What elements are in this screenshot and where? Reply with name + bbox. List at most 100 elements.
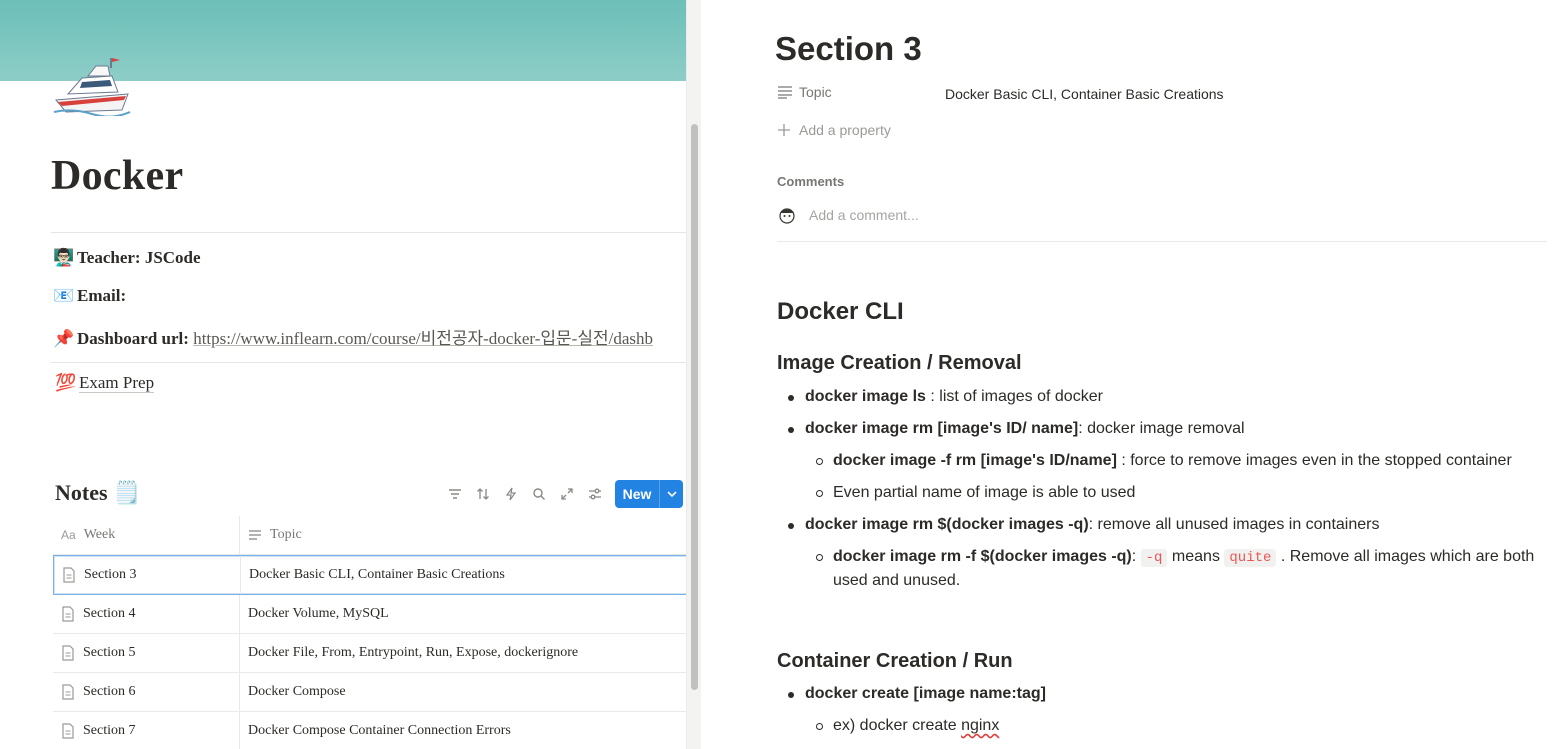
settings-sliders-icon[interactable] <box>585 484 605 504</box>
list-item[interactable]: docker image rm [image's ID/ name]: dock… <box>805 420 1245 438</box>
topic-cell[interactable]: Docker Basic CLI, Container Basic Creati… <box>241 556 686 594</box>
topic-value: Docker Compose Container Connection Erro… <box>248 723 511 738</box>
add-property-button[interactable]: Add a property <box>777 122 891 138</box>
column-header-label: Topic <box>270 527 302 542</box>
property-label-text: Topic <box>799 84 832 100</box>
topic-cell[interactable]: Docker Compose <box>240 673 686 711</box>
week-cell[interactable]: Section 5 <box>53 634 240 672</box>
new-button-label: New <box>622 486 652 502</box>
description-text: means <box>1167 548 1225 565</box>
description-text: ex) docker create <box>833 717 962 734</box>
automation-bolt-icon[interactable] <box>501 484 521 504</box>
comment-input[interactable]: Add a comment... <box>777 205 919 225</box>
avatar <box>779 208 795 224</box>
hundred-emoji-icon: 💯 <box>55 373 77 392</box>
bullet-dot <box>788 395 794 401</box>
page-title[interactable]: Docker <box>51 152 183 200</box>
teacher-line[interactable]: 👨🏻‍🏫 Teacher: JSCode <box>53 248 201 268</box>
heading-container-creation[interactable]: Container Creation / Run <box>777 650 1013 673</box>
notes-table: Aa Week Topic Section 3 Docker Basic CLI… <box>53 516 686 749</box>
bullet-dot <box>788 427 794 433</box>
inline-code: -q <box>1140 549 1168 567</box>
list-item[interactable]: docker image rm -f $(docker images -q): … <box>833 548 1535 567</box>
list-item[interactable]: docker image -f rm [image's ID/name] : f… <box>833 452 1512 470</box>
comments-heading: Comments <box>777 174 845 189</box>
week-value: Section 6 <box>83 684 136 699</box>
dashboard-label: Dashboard url: <box>77 329 189 348</box>
description-text: Even partial name of image is able to us… <box>833 484 1136 501</box>
table-row[interactable]: Section 5 Docker File, From, Entrypoint,… <box>53 634 686 673</box>
teacher-value: JSCode <box>144 248 201 267</box>
search-icon[interactable] <box>529 484 549 504</box>
list-item-continuation: used and unused. <box>833 572 961 589</box>
database-toolbar <box>445 484 605 504</box>
expand-icon[interactable] <box>557 484 577 504</box>
bullet-dot <box>788 523 794 529</box>
topic-value: Docker Compose <box>248 684 346 699</box>
property-topic-value[interactable]: Docker Basic CLI, Container Basic Creati… <box>945 86 1224 102</box>
list-item[interactable]: docker create [image name:tag] <box>805 685 1046 703</box>
heading-docker-cli[interactable]: Docker CLI <box>777 298 904 326</box>
heading-image-creation[interactable]: Image Creation / Removal <box>777 352 1022 375</box>
table-row[interactable]: Section 3 Docker Basic CLI, Container Ba… <box>53 555 686 595</box>
chevron-down-icon[interactable] <box>660 489 683 500</box>
column-header-topic[interactable]: Topic <box>240 516 686 554</box>
bullet-circle <box>816 458 823 465</box>
property-topic-label[interactable]: Topic <box>777 84 832 100</box>
title-property-icon: Aa <box>61 528 76 542</box>
list-item[interactable]: Even partial name of image is able to us… <box>833 484 1135 502</box>
week-cell[interactable]: Section 4 <box>53 595 240 633</box>
command-text: docker image rm [image's ID/ name] <box>805 420 1079 437</box>
list-item[interactable]: docker image ls : list of images of dock… <box>805 388 1103 406</box>
command-text: docker image ls <box>805 388 926 405</box>
email-emoji-icon: 📧 <box>53 286 75 305</box>
command-text: docker image rm -f $(docker images -q) <box>833 548 1132 565</box>
dashboard-link[interactable]: https://www.inflearn.com/course/비전공자-doc… <box>193 329 653 348</box>
topic-value: Docker File, From, Entrypoint, Run, Expo… <box>248 645 579 660</box>
email-line[interactable]: 📧 Email: <box>53 286 126 306</box>
scrollbar[interactable] <box>686 0 702 749</box>
list-item[interactable]: ex) docker create nginx <box>833 717 999 735</box>
peek-page-title[interactable]: Section 3 <box>775 30 922 68</box>
topic-value: Docker Basic CLI, Container Basic Creati… <box>249 567 505 582</box>
yacht-icon[interactable] <box>52 52 132 116</box>
week-cell[interactable]: Section 3 <box>54 556 241 594</box>
column-header-label: Week <box>83 527 116 542</box>
table-row[interactable]: Section 7 Docker Compose Container Conne… <box>53 712 686 749</box>
description-text: . Remove all images which are both <box>1276 548 1535 565</box>
description-text: : remove all unused images in containers <box>1088 516 1380 533</box>
description-text: : <box>1131 548 1141 565</box>
exam-prep-label: Exam Prep <box>79 373 155 393</box>
divider <box>51 362 686 363</box>
week-cell[interactable]: Section 7 <box>53 712 240 749</box>
list-item[interactable]: docker image rm $(docker images -q): rem… <box>805 516 1379 534</box>
scrollbar-thumb[interactable] <box>691 124 698 690</box>
topic-cell[interactable]: Docker Compose Container Connection Erro… <box>240 712 686 749</box>
topic-value: Docker Volume, MySQL <box>248 606 389 621</box>
email-label: Email: <box>77 286 127 305</box>
inline-code: quite <box>1224 549 1277 567</box>
divider <box>51 232 686 233</box>
column-header-week[interactable]: Aa Week <box>53 516 240 554</box>
notes-title-text: Notes <box>55 480 108 505</box>
table-row[interactable]: Section 6 Docker Compose <box>53 673 686 712</box>
topic-cell[interactable]: Docker File, From, Entrypoint, Run, Expo… <box>240 634 686 672</box>
new-button[interactable]: New <box>615 480 683 508</box>
comment-placeholder: Add a comment... <box>809 207 919 223</box>
description-text: : docker image removal <box>1078 420 1245 437</box>
notes-title[interactable]: Notes 🗒️ <box>55 480 140 506</box>
database-page: Docker 👨🏻‍🏫 Teacher: JSCode 📧 Email: 📌 Dash… <box>0 0 686 749</box>
pin-emoji-icon: 📌 <box>53 329 75 348</box>
text-property-icon <box>778 86 792 99</box>
exam-prep-link[interactable]: 💯 Exam Prep <box>55 373 155 393</box>
table-row[interactable]: Section 4 Docker Volume, MySQL <box>53 595 686 634</box>
command-text: docker create [image name:tag] <box>805 685 1046 702</box>
sort-icon[interactable] <box>473 484 493 504</box>
week-cell[interactable]: Section 6 <box>53 673 240 711</box>
table-header: Aa Week Topic <box>53 516 686 555</box>
bullet-circle <box>816 490 823 497</box>
dashboard-line[interactable]: 📌 Dashboard url: https://www.inflearn.com… <box>53 324 653 349</box>
topic-cell[interactable]: Docker Volume, MySQL <box>240 595 686 633</box>
command-text: docker image -f rm [image's ID/name] <box>833 452 1117 469</box>
filter-icon[interactable] <box>445 484 465 504</box>
